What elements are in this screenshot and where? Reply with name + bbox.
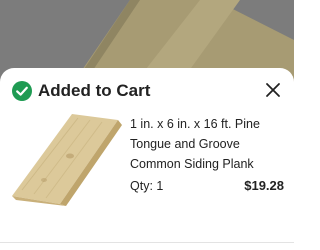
- quantity: Qty: 1: [130, 176, 163, 196]
- product-name-link[interactable]: 1 in. x 6 in. x 16 ft. Pine Tongue and G…: [130, 114, 288, 174]
- close-button[interactable]: [262, 79, 284, 101]
- sheet-header: Added to Cart: [0, 68, 294, 114]
- wood-plank-image[interactable]: [8, 112, 126, 206]
- close-icon: [266, 83, 280, 97]
- sheet-title: Added to Cart: [38, 81, 151, 100]
- section-divider: [0, 242, 294, 243]
- quantity-price-row: Qty: 1 $19.28: [130, 176, 284, 196]
- quantity-value: 1: [156, 179, 164, 193]
- quantity-label: Qty:: [130, 179, 157, 193]
- check-circle-icon: [12, 81, 32, 101]
- item-price: $19.28: [244, 178, 284, 193]
- added-to-cart-sheet: Added to Cart 1 in. x 6 in. x 16 ft. Pin…: [0, 68, 294, 250]
